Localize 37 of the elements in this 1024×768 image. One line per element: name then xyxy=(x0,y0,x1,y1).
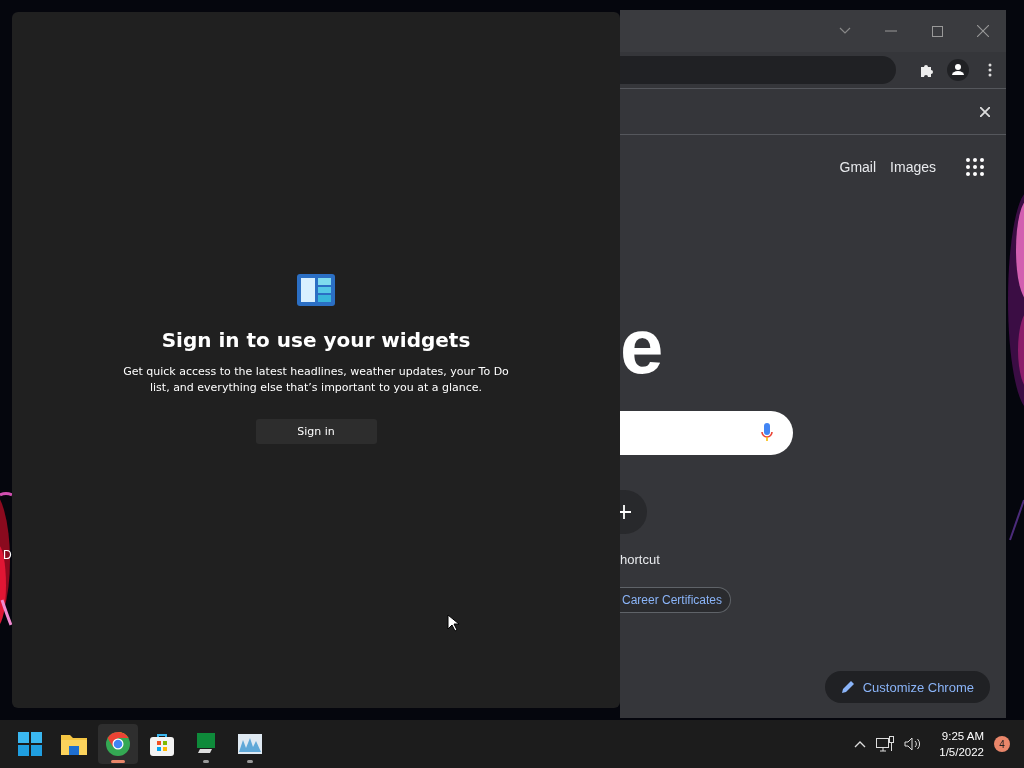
add-shortcut-button[interactable] xyxy=(620,490,647,534)
suggestion-chip[interactable]: Career Certificates xyxy=(620,587,732,613)
clock-date[interactable]: 1/5/2022 xyxy=(939,744,984,760)
menu-icon[interactable] xyxy=(988,63,992,77)
monitor-icon xyxy=(195,733,217,755)
mouse-cursor-icon xyxy=(447,614,459,632)
maximize-icon[interactable] xyxy=(931,25,943,37)
notification-badge[interactable]: 4 xyxy=(994,736,1010,752)
shortcut-label: hortcut xyxy=(620,552,660,567)
sign-in-button[interactable]: Sign in xyxy=(255,419,377,444)
logo-text: e xyxy=(620,316,664,376)
desktop-icon-label[interactable]: D xyxy=(3,548,12,562)
customize-chrome-button[interactable]: Customize Chrome xyxy=(824,671,990,703)
chevron-down-icon[interactable] xyxy=(839,27,851,35)
plus-icon xyxy=(620,505,631,519)
windows-logo-icon xyxy=(18,732,42,756)
folder-icon xyxy=(61,733,87,755)
puzzle-icon[interactable] xyxy=(918,62,934,78)
widgets-icon xyxy=(297,274,335,306)
clock-time[interactable]: 9:25 AM xyxy=(941,728,984,744)
panel-description: Get quick access to the latest headlines, weather updates, your To Do list, and everything else that’s important to you at a glance. xyxy=(122,364,510,396)
network-icon[interactable] xyxy=(876,736,895,752)
chevron-up-icon[interactable] xyxy=(854,740,867,748)
microphone-icon[interactable] xyxy=(761,423,773,443)
pencil-icon xyxy=(840,680,855,694)
apps-grid-icon[interactable] xyxy=(966,158,984,176)
header-link[interactable]: Gmail xyxy=(839,159,877,175)
panel-title: Sign in to use your widgets xyxy=(161,328,471,352)
speaker-icon[interactable] xyxy=(904,737,922,751)
taskbar-button[interactable] xyxy=(98,724,138,764)
browser-logo-icon xyxy=(106,732,130,756)
profile-icon[interactable] xyxy=(947,59,969,81)
shopping-bag-icon xyxy=(150,732,174,756)
header-link[interactable]: Images xyxy=(890,159,936,175)
search-field[interactable] xyxy=(620,411,793,455)
chart-icon xyxy=(238,734,262,754)
close-icon[interactable] xyxy=(977,25,989,37)
